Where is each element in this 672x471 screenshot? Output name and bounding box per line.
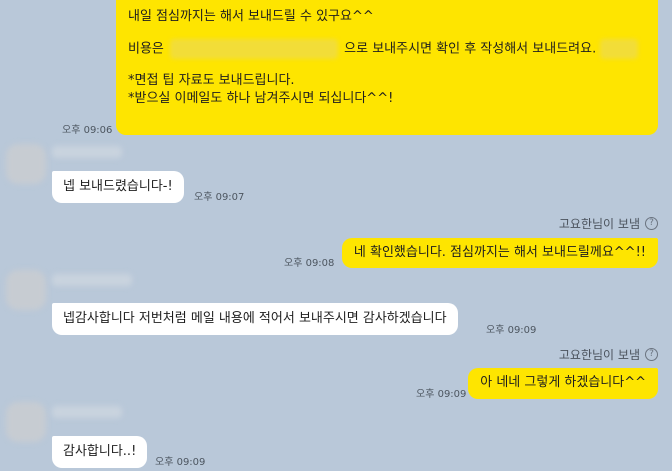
message-text: 넵감사합니다 저번처럼 메일 내용에 적어서 보내주시면 감사하겠습니다 <box>63 311 447 326</box>
message-bubble-other[interactable]: 감사합니다..! <box>52 436 148 468</box>
avatar[interactable] <box>6 144 46 184</box>
message-text: *면접 팁 자료도 보내드립니다. <box>128 73 295 88</box>
message-text: *받으실 이메일도 하나 남겨주시면 되십니다^^! <box>128 91 394 106</box>
message-text: 넵 보내드렸습니다-! <box>63 179 173 194</box>
redacted-text <box>600 39 639 59</box>
message-text: 네 확인했습니다. 점심까지는 해서 보내드릴께요^^!! <box>353 245 646 260</box>
message-time: 오후 09:09 <box>416 389 467 400</box>
message-time: 오후 09:06 <box>62 125 113 136</box>
message-time: 오후 09:08 <box>284 258 335 269</box>
redacted-amount <box>170 39 339 59</box>
help-icon[interactable]: ? <box>645 217 658 230</box>
message-bubble-mine[interactable]: 네 확인했습니다. 점심까지는 해서 보내드릴께요^^!! <box>341 238 658 268</box>
message-text: 내일 점심까지는 해서 보내드릴 수 있구요^^ <box>128 9 374 24</box>
sender-name-blurred <box>52 274 132 286</box>
message-bubble-other[interactable]: 넵 보내드렸습니다-! <box>52 171 184 203</box>
message-text: 으로 보내주시면 확인 후 작성해서 보내드려요. <box>344 41 597 57</box>
message-time: 오후 09:09 <box>155 457 206 468</box>
sender-name-blurred <box>52 406 122 418</box>
message-bubble-mine[interactable]: 내일 점심까지는 해서 보내드릴 수 있구요^^ 비용은 으로 보내주시면 확인… <box>116 0 658 135</box>
message-time: 오후 09:07 <box>194 192 245 203</box>
avatar[interactable] <box>6 402 46 442</box>
sender-label: 고요한님이 보냄 ? <box>559 215 658 232</box>
message-text: 아 네네 그렇게 하겠습니다^^ <box>480 375 646 390</box>
sender-name-blurred <box>52 146 122 158</box>
message-bubble-other[interactable]: 넵감사합니다 저번처럼 메일 내용에 적어서 보내주시면 감사하겠습니다 <box>52 303 458 335</box>
avatar[interactable] <box>6 270 46 310</box>
sender-label: 고요한님이 보냄 ? <box>559 346 658 363</box>
message-bubble-mine[interactable]: 아 네네 그렇게 하겠습니다^^ <box>468 368 658 399</box>
message-text: 감사합니다..! <box>63 444 137 459</box>
help-icon[interactable]: ? <box>645 348 658 361</box>
message-time: 오후 09:09 <box>486 325 537 336</box>
message-text: 비용은 <box>128 41 164 57</box>
